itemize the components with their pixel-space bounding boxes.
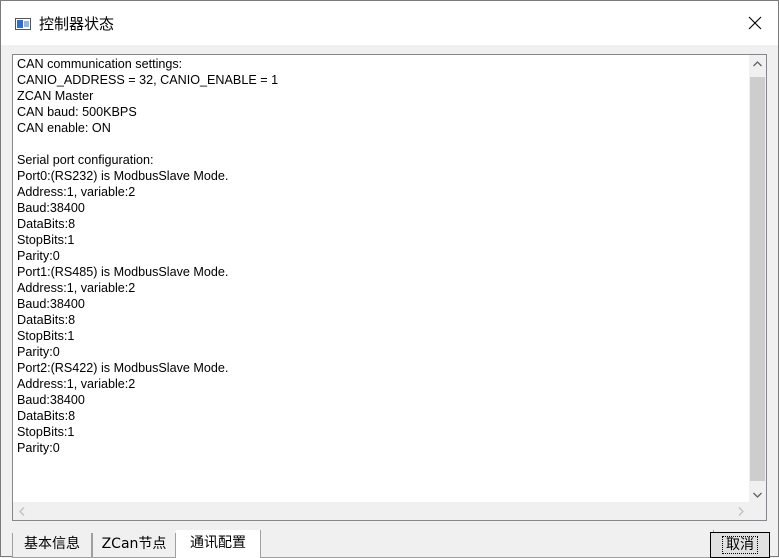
status-text-line: Baud:38400 [17, 201, 85, 215]
cancel-button[interactable]: 取消 [710, 532, 770, 558]
status-text-line: Baud:38400 [17, 297, 85, 311]
status-text-line: Parity:0 [17, 345, 60, 359]
scroll-up-button[interactable] [749, 55, 766, 72]
tab-comm-config[interactable]: 通讯配置 [176, 530, 260, 558]
chevron-left-icon [18, 506, 24, 516]
window-app-icon [15, 18, 31, 30]
title-bar: 控制器状态 [1, 1, 778, 45]
status-text-line [14, 136, 749, 152]
controller-status-dialog: 控制器状态 CAN communication settings: CANIO_A… [0, 0, 779, 558]
tab-bar: 基本信息 ZCan节点 通讯配置 [12, 527, 714, 558]
status-text-line: DataBits:8 [17, 313, 76, 327]
status-text-line: StopBits:1 [17, 425, 75, 439]
scroll-down-button[interactable] [749, 486, 766, 503]
status-text-line: CANIO_ADDRESS = 32, CANIO_ENABLE = 1 [17, 73, 279, 87]
status-text-line: CAN communication settings: [17, 57, 183, 71]
status-text-line: Port0:(RS232) is ModbusSlave Mode. [17, 169, 229, 183]
status-text-line: CAN enable: ON [17, 121, 111, 135]
tab-zcan-nodes[interactable]: ZCan节点 [92, 533, 176, 558]
tab-bar-spacer [260, 530, 714, 558]
status-text-line: Parity:0 [17, 441, 60, 455]
status-text-line: Address:1, variable:2 [17, 377, 136, 391]
status-text-line: StopBits:1 [17, 233, 75, 247]
vertical-scrollbar[interactable] [749, 55, 766, 503]
vertical-scroll-thumb[interactable] [750, 77, 765, 481]
scroll-right-button[interactable] [732, 502, 749, 520]
status-text-line: Serial port configuration: [17, 153, 154, 167]
status-text-box[interactable]: CAN communication settings: CANIO_ADDRESS… [12, 54, 767, 521]
status-text-line: CAN baud: 500KBPS [17, 105, 137, 119]
status-text-line: StopBits:1 [17, 329, 75, 343]
chevron-right-icon [738, 506, 744, 516]
tab-basic-info[interactable]: 基本信息 [12, 533, 92, 558]
status-text-line: Port2:(RS422) is ModbusSlave Mode. [17, 361, 229, 375]
status-text-line: Port1:(RS485) is ModbusSlave Mode. [17, 265, 229, 279]
cancel-button-label: 取消 [722, 536, 758, 554]
status-text-line: Address:1, variable:2 [17, 281, 136, 295]
status-text-line: DataBits:8 [17, 409, 76, 423]
chevron-down-icon [753, 492, 762, 498]
close-icon [748, 16, 762, 30]
status-text-line: Address:1, variable:2 [17, 185, 136, 199]
status-text-line: Baud:38400 [17, 393, 85, 407]
scrollbar-corner [749, 502, 766, 520]
window-title: 控制器状态 [39, 15, 115, 33]
status-text-content[interactable]: CAN communication settings: CANIO_ADDRESS… [14, 56, 749, 501]
status-text-line: DataBits:8 [17, 217, 76, 231]
scroll-left-button[interactable] [13, 502, 30, 520]
close-button[interactable] [732, 1, 778, 45]
horizontal-scrollbar[interactable] [13, 502, 749, 520]
status-text-line: ZCAN Master [17, 89, 94, 103]
status-text-line: Parity:0 [17, 249, 60, 263]
chevron-up-icon [753, 60, 762, 66]
